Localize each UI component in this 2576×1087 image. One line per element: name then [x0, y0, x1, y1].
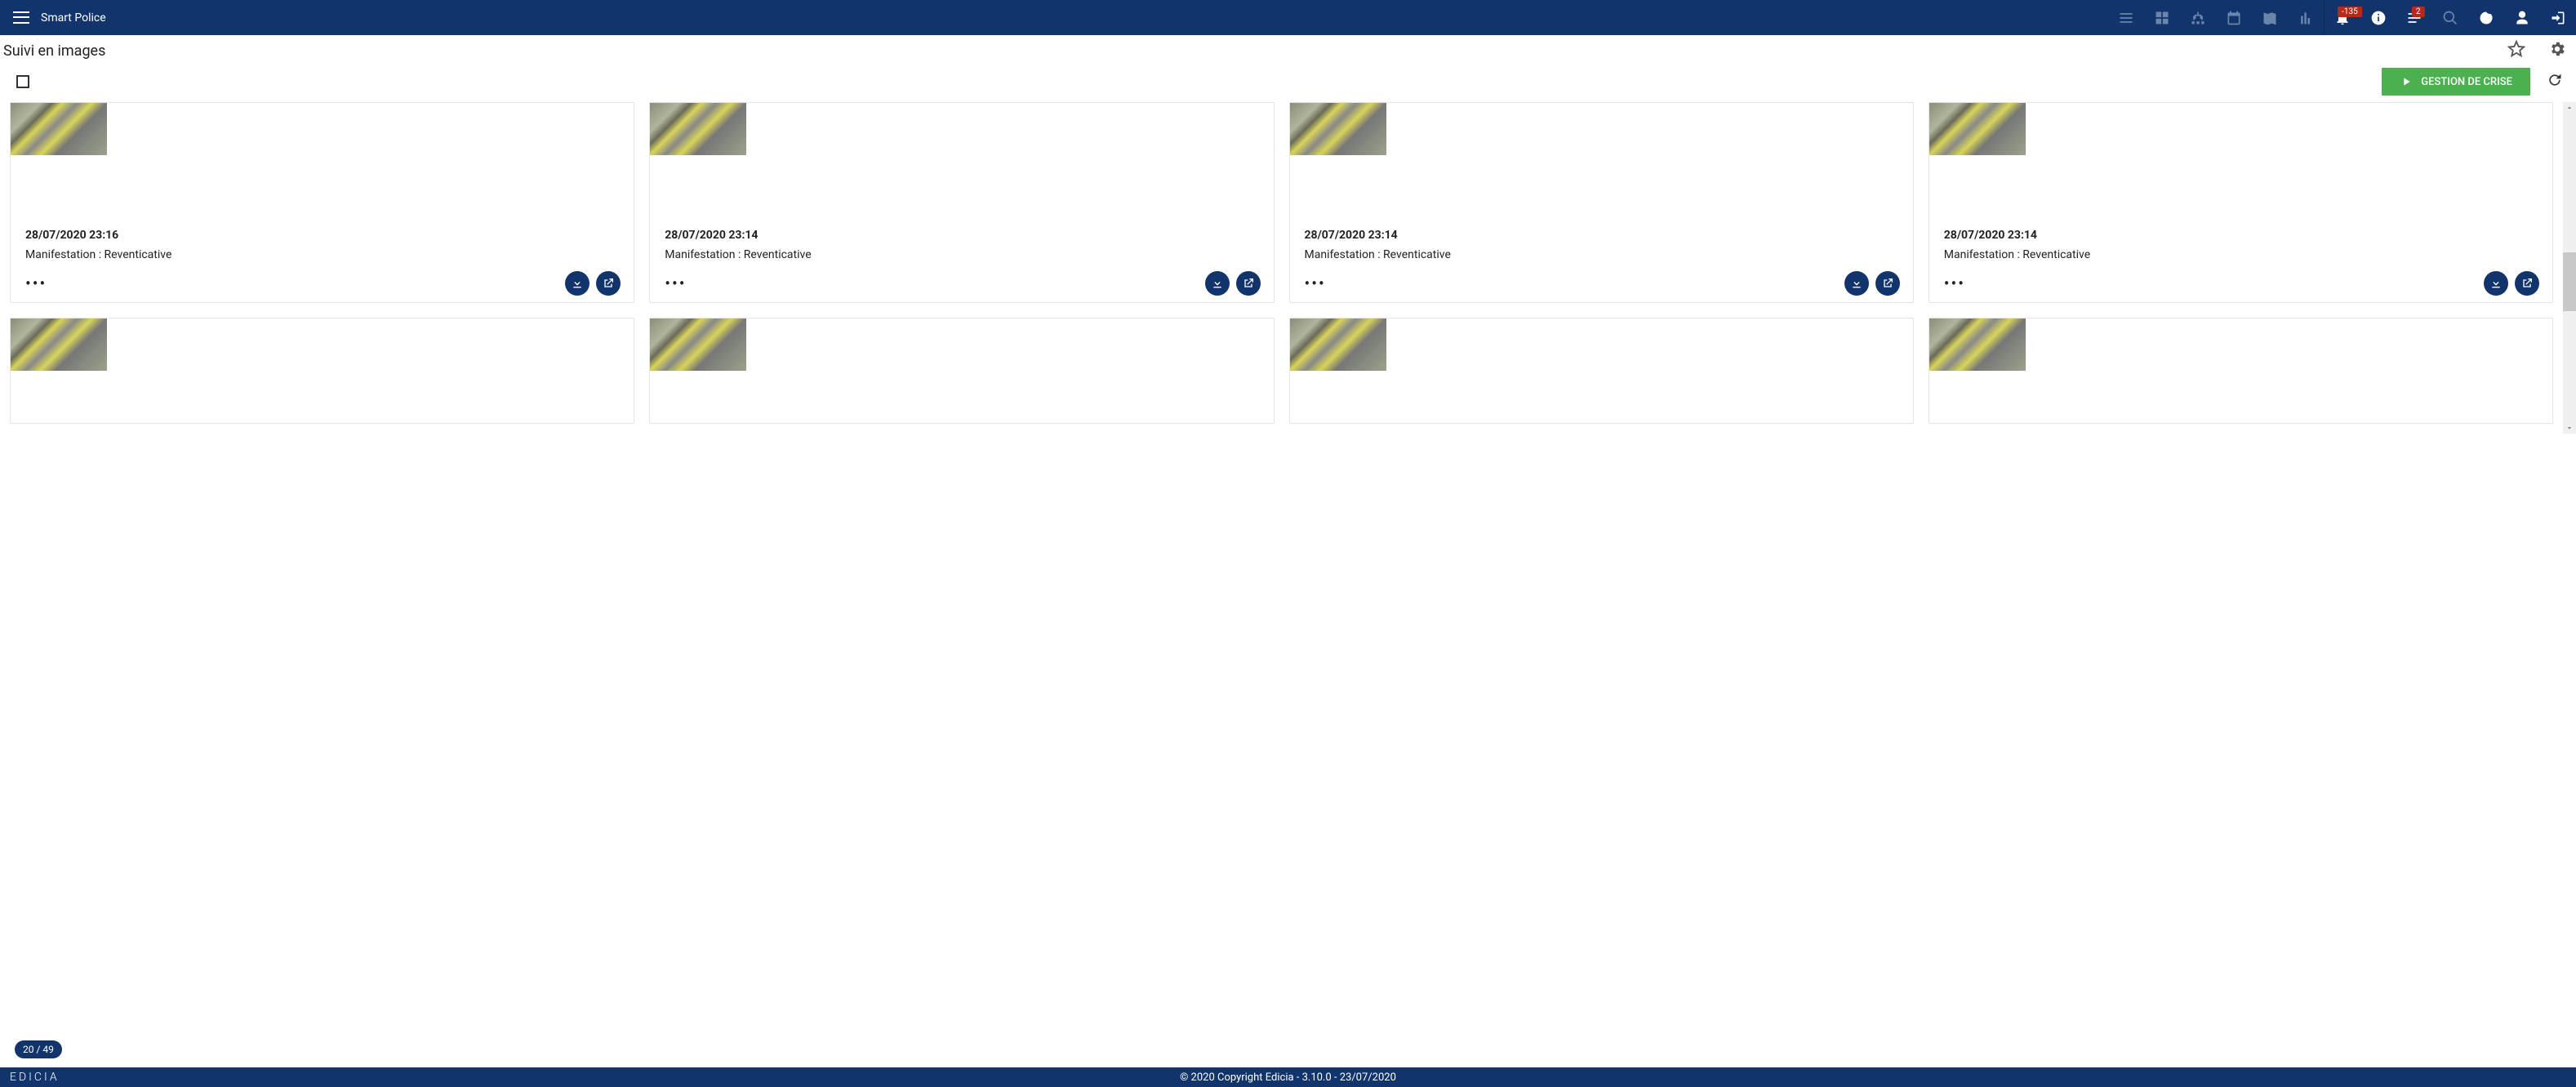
card-description: Manifestation : Reventicative	[1305, 248, 1898, 261]
dark-mode-icon[interactable]	[2468, 0, 2504, 35]
org-icon[interactable]	[2180, 0, 2216, 35]
open-external-button[interactable]	[596, 271, 621, 296]
more-icon[interactable]: •••	[1944, 274, 1965, 293]
alerts-icon[interactable]: 2	[2396, 0, 2432, 35]
image-grid: 28/07/2020 23:16 Manifestation : Reventi…	[0, 102, 2563, 434]
scroll-down-icon[interactable]	[2563, 422, 2576, 434]
more-icon[interactable]: •••	[25, 274, 47, 293]
menu-icon[interactable]	[13, 10, 29, 26]
download-button[interactable]	[1844, 271, 1869, 296]
image-card[interactable]	[1289, 318, 1914, 424]
grid-view-icon[interactable]	[2144, 0, 2180, 35]
list-view-icon[interactable]	[2108, 0, 2144, 35]
footer-logo: EDICIA	[10, 1071, 60, 1084]
map-icon[interactable]	[2252, 0, 2288, 35]
info-icon[interactable]	[2360, 0, 2396, 35]
open-external-button[interactable]	[1875, 271, 1900, 296]
pager-counter: 20 / 49	[15, 1040, 62, 1058]
stats-icon[interactable]	[2288, 0, 2324, 35]
card-description: Manifestation : Reventicative	[1944, 248, 2538, 261]
select-all-checkbox[interactable]	[16, 75, 29, 88]
crisis-management-button[interactable]: GESTION DE CRISE	[2382, 68, 2530, 96]
image-card[interactable]: 28/07/2020 23:14 Manifestation : Reventi…	[1929, 102, 2553, 303]
app-title: Smart Police	[41, 11, 106, 25]
card-description: Manifestation : Reventicative	[665, 248, 1258, 261]
open-external-button[interactable]	[2515, 271, 2539, 296]
footer: EDICIA © 2020 Copyright Edicia - 3.10.0 …	[0, 1067, 2576, 1087]
image-thumbnail	[1929, 319, 2026, 371]
download-button[interactable]	[1205, 271, 1230, 296]
scrollbar[interactable]	[2563, 102, 2576, 434]
logout-icon[interactable]	[2540, 0, 2576, 35]
image-thumbnail	[1290, 319, 1386, 371]
image-card[interactable]	[1929, 318, 2553, 424]
user-icon[interactable]	[2504, 0, 2540, 35]
image-thumbnail	[11, 103, 107, 155]
image-thumbnail	[650, 319, 746, 371]
image-card[interactable]: 28/07/2020 23:14 Manifestation : Reventi…	[1289, 102, 1914, 303]
download-button[interactable]	[565, 271, 589, 296]
card-date: 28/07/2020 23:14	[665, 229, 1258, 242]
refresh-icon[interactable]	[2547, 72, 2563, 91]
image-thumbnail	[650, 103, 746, 155]
card-date: 28/07/2020 23:16	[25, 229, 619, 242]
calendar-icon[interactable]	[2216, 0, 2252, 35]
alerts-badge: 2	[2412, 7, 2425, 17]
image-card[interactable]	[10, 318, 634, 424]
image-thumbnail	[11, 319, 107, 371]
open-external-button[interactable]	[1236, 271, 1261, 296]
more-icon[interactable]: •••	[1305, 274, 1326, 293]
more-icon[interactable]: •••	[665, 274, 686, 293]
settings-icon[interactable]	[2548, 40, 2566, 61]
scroll-up-icon[interactable]	[2563, 102, 2576, 114]
download-button[interactable]	[2484, 271, 2508, 296]
image-card[interactable]: 28/07/2020 23:14 Manifestation : Reventi…	[649, 102, 1274, 303]
favorite-icon[interactable]	[2507, 40, 2525, 61]
notifications-icon[interactable]: -135	[2325, 0, 2360, 35]
toolbar: GESTION DE CRISE	[0, 65, 2576, 102]
image-card[interactable]: 28/07/2020 23:16 Manifestation : Reventi…	[10, 102, 634, 303]
card-date: 28/07/2020 23:14	[1944, 229, 2538, 242]
image-thumbnail	[1929, 103, 2026, 155]
image-thumbnail	[1290, 103, 1386, 155]
search-icon[interactable]	[2432, 0, 2468, 35]
crisis-button-label: GESTION DE CRISE	[2421, 76, 2512, 88]
notifications-badge: -135	[2338, 7, 2362, 17]
card-description: Manifestation : Reventicative	[25, 248, 619, 261]
footer-copyright: © 2020 Copyright Edicia - 3.10.0 - 23/07…	[1180, 1071, 1396, 1084]
card-date: 28/07/2020 23:14	[1305, 229, 1898, 242]
topbar: Smart Police -135 2	[0, 0, 2576, 35]
page-header: Suivi en images	[0, 35, 2576, 65]
scroll-thumb[interactable]	[2563, 252, 2576, 311]
image-card[interactable]	[649, 318, 1274, 424]
page-title: Suivi en images	[3, 42, 105, 60]
